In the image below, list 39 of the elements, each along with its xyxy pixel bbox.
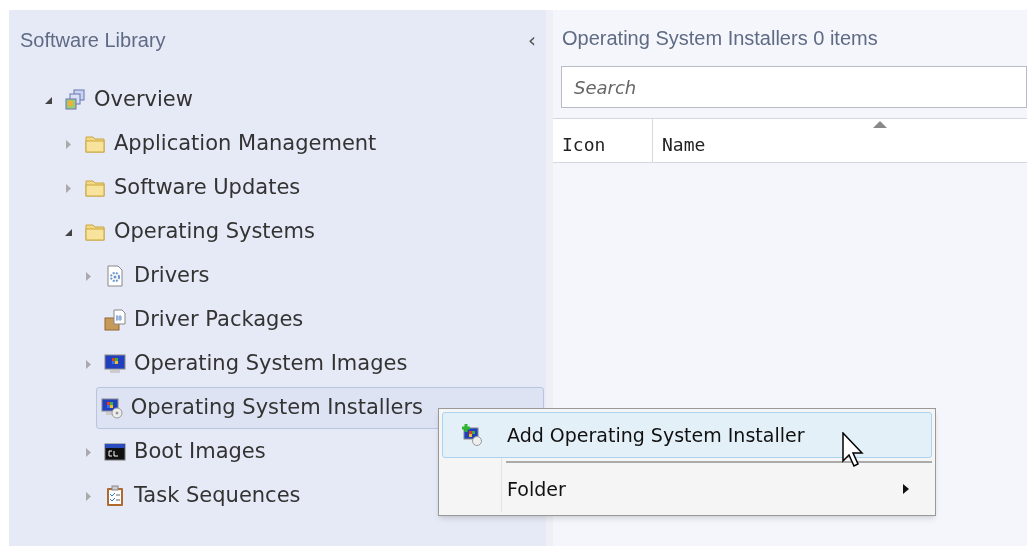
collapsed-arrow-icon[interactable] <box>84 270 92 282</box>
menu-item[interactable]: Add Operating System Installer <box>442 412 932 458</box>
collapsed-arrow-icon[interactable] <box>84 358 92 370</box>
command-prompt-icon <box>104 441 126 463</box>
expanded-arrow-icon[interactable] <box>43 95 53 105</box>
gear-document-icon <box>104 265 126 287</box>
submenu-arrow-icon <box>903 484 909 494</box>
add-monitor-icon <box>461 424 483 446</box>
monitor-icon <box>104 353 126 375</box>
tree-item[interactable]: Software Updates <box>79 167 422 209</box>
search-field[interactable]: Search <box>561 66 1027 108</box>
tree-item[interactable]: Operating System Images <box>99 343 529 385</box>
expanded-arrow-icon[interactable] <box>63 227 73 237</box>
collapsed-arrow-icon[interactable] <box>84 446 92 458</box>
collapse-button[interactable]: ‹ <box>528 30 536 50</box>
folder-icon <box>84 221 106 243</box>
column-header[interactable]: Icon <box>553 119 653 162</box>
stacked-windows-icon <box>64 89 86 111</box>
collapsed-arrow-icon[interactable] <box>64 138 72 150</box>
pane-title: Software Library <box>20 28 166 53</box>
sort-arrow-icon <box>873 121 887 128</box>
clipboard-checklist-icon <box>104 485 126 507</box>
tree-item[interactable]: Drivers <box>99 255 331 297</box>
collapsed-arrow-icon[interactable] <box>84 490 92 502</box>
tree-item[interactable]: Driver Packages <box>99 299 425 341</box>
tree-item[interactable]: Task Sequences <box>99 475 422 517</box>
tree-item[interactable]: Boot Images <box>99 431 387 473</box>
folder-icon <box>84 177 106 199</box>
monitor-disc-icon <box>100 397 123 419</box>
tree-item[interactable]: Operating Systems <box>79 211 436 253</box>
menu-item[interactable]: Folder <box>442 466 932 512</box>
tree-item[interactable]: Application Management <box>79 123 498 165</box>
collapsed-arrow-icon[interactable] <box>64 182 72 194</box>
tree-item[interactable]: Overview <box>59 79 314 121</box>
folder-icon <box>84 133 106 155</box>
mouse-pointer-icon <box>842 432 864 468</box>
content-title: Operating System Installers 0 items <box>561 26 879 51</box>
package-document-icon <box>104 309 126 331</box>
column-header[interactable]: Name <box>653 119 1027 162</box>
